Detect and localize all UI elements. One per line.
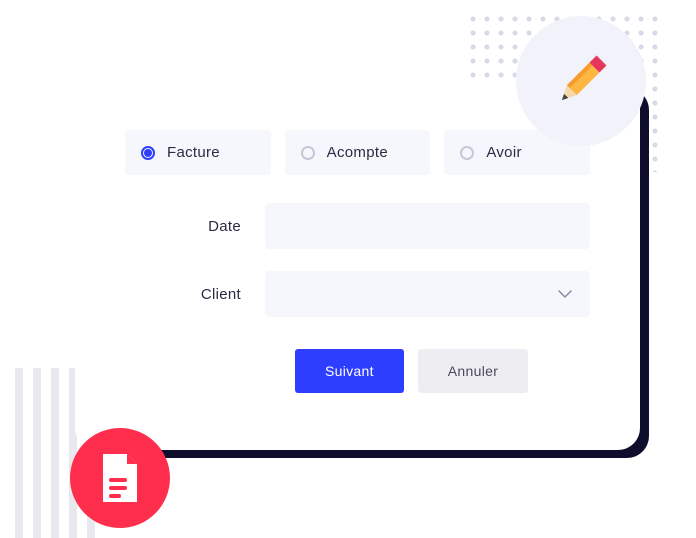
client-select[interactable] xyxy=(265,271,590,317)
document-icon xyxy=(97,452,143,504)
document-type-radio-group: Facture Acompte Avoir xyxy=(125,130,590,175)
radio-label: Avoir xyxy=(486,144,521,161)
pencil-badge xyxy=(516,16,646,146)
radio-option-acompte[interactable]: Acompte xyxy=(285,130,431,175)
date-row: Date xyxy=(125,203,590,249)
next-button[interactable]: Suivant xyxy=(295,349,404,393)
date-label: Date xyxy=(125,218,265,235)
radio-unselected-icon xyxy=(301,146,315,160)
client-label: Client xyxy=(125,286,265,303)
radio-option-facture[interactable]: Facture xyxy=(125,130,271,175)
radio-selected-icon xyxy=(141,146,155,160)
button-row: Suivant Annuler xyxy=(295,349,590,393)
radio-unselected-icon xyxy=(460,146,474,160)
document-badge xyxy=(70,428,170,528)
cancel-button[interactable]: Annuler xyxy=(418,349,528,393)
client-row: Client xyxy=(125,271,590,317)
pencil-icon xyxy=(546,46,616,116)
radio-label: Acompte xyxy=(327,144,388,161)
radio-label: Facture xyxy=(167,144,220,161)
date-input[interactable] xyxy=(265,203,590,249)
chevron-down-icon xyxy=(558,290,572,298)
